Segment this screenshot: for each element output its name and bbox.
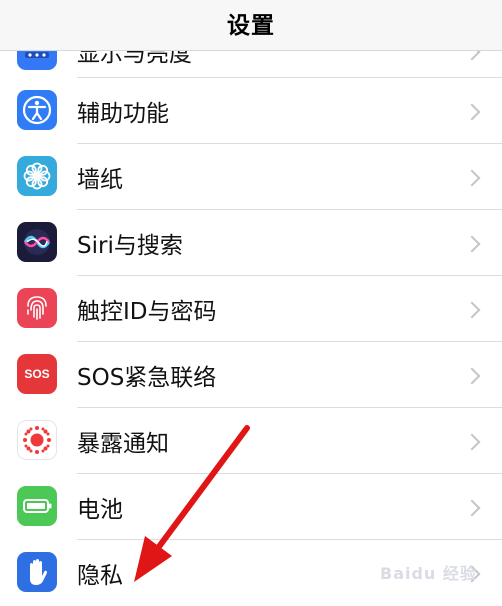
page-title: 设置 bbox=[227, 13, 275, 39]
settings-row-accessibility[interactable]: 辅助功能 bbox=[0, 78, 502, 144]
navigation-bar: 设置 bbox=[0, 0, 502, 51]
settings-row-label: 触控ID与密码 bbox=[77, 299, 217, 325]
chevron-right-icon bbox=[463, 499, 481, 517]
wallpaper-flower-icon bbox=[17, 156, 57, 196]
settings-row-battery[interactable]: 电池 bbox=[0, 474, 502, 540]
settings-row-label: SOS紧急联络 bbox=[77, 365, 217, 391]
exposure-notification-icon bbox=[17, 420, 57, 460]
siri-icon bbox=[17, 222, 57, 262]
settings-row-label: Siri与搜索 bbox=[77, 233, 183, 259]
chevron-right-icon bbox=[463, 433, 481, 451]
settings-row-label: 墙纸 bbox=[77, 167, 123, 193]
chevron-right-icon bbox=[463, 235, 481, 253]
settings-row-siri[interactable]: Siri与搜索 bbox=[0, 210, 502, 276]
battery-icon bbox=[17, 486, 57, 526]
settings-row-label: 辅助功能 bbox=[77, 101, 169, 127]
sos-icon-text: SOS bbox=[24, 367, 50, 381]
fingerprint-icon bbox=[17, 288, 57, 328]
chevron-right-icon bbox=[463, 103, 481, 121]
chevron-right-icon bbox=[463, 169, 481, 187]
accessibility-icon bbox=[17, 90, 57, 130]
settings-list: 显示与亮度 辅助功能 墙纸 Siri与搜索 触控ID与密码 SOS SOS紧急联… bbox=[0, 0, 502, 605]
settings-row-label: 暴露通知 bbox=[77, 431, 169, 457]
sos-icon: SOS bbox=[17, 354, 57, 394]
settings-row-label: 电池 bbox=[77, 497, 123, 523]
chevron-right-icon bbox=[463, 367, 481, 385]
privacy-hand-icon bbox=[17, 552, 57, 592]
settings-row-sos[interactable]: SOS SOS紧急联络 bbox=[0, 342, 502, 408]
settings-row-wallpaper[interactable]: 墙纸 bbox=[0, 144, 502, 210]
settings-row-touch-id[interactable]: 触控ID与密码 bbox=[0, 276, 502, 342]
settings-row-label: 隐私 bbox=[77, 563, 123, 589]
chevron-right-icon bbox=[463, 301, 481, 319]
baidu-watermark: Baidu 经验 bbox=[380, 564, 477, 583]
settings-row-exposure[interactable]: 暴露通知 bbox=[0, 408, 502, 474]
